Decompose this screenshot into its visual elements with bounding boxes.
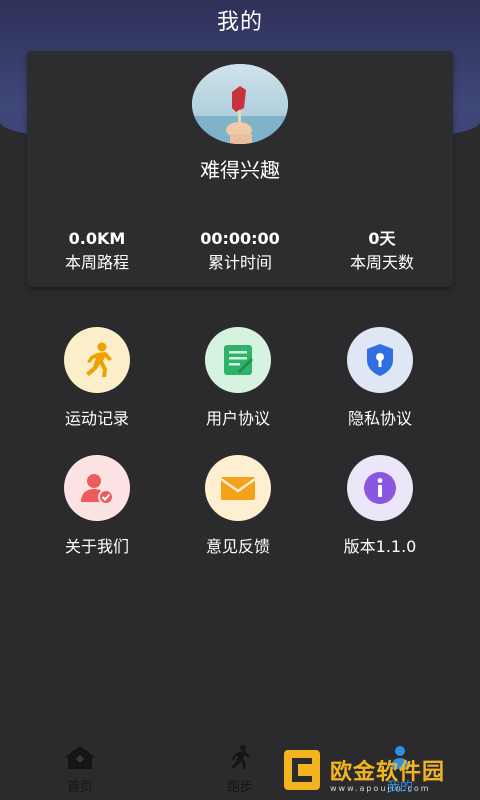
- watermark-logo-icon: [284, 750, 320, 790]
- menu-item-feedback[interactable]: 意见反馈: [168, 455, 308, 557]
- menu-label: 关于我们: [64, 537, 129, 556]
- running-icon: [86, 342, 112, 377]
- tab-home[interactable]: 首页: [40, 744, 120, 795]
- home-icon: [65, 746, 95, 769]
- username: 难得兴趣: [200, 158, 280, 182]
- tab-run-label: 跑步: [226, 780, 253, 795]
- stat-distance: 0.0KM 本周路程: [17, 229, 177, 275]
- tab-run[interactable]: 跑步: [200, 744, 280, 795]
- stat-distance-label: 本周路程: [64, 253, 129, 272]
- info-icon: [364, 472, 396, 504]
- stat-time: 00:00:00 累计时间: [160, 229, 320, 275]
- menu-label: 意见反馈: [205, 537, 270, 556]
- stat-time-label: 累计时间: [207, 253, 272, 272]
- stat-days-value: 0天: [368, 229, 396, 248]
- menu-label: 版本1.1.0: [343, 537, 417, 556]
- version-icon-bg: [347, 455, 413, 521]
- watermark: 欧金软件园 www.apoujin.com: [282, 748, 478, 798]
- menu-label: 运动记录: [64, 409, 129, 428]
- runner-icon: [231, 745, 250, 769]
- user-check-icon: [81, 474, 114, 505]
- tab-home-label: 首页: [66, 780, 93, 795]
- menu-label: 隐私协议: [347, 409, 412, 428]
- sport-records-icon-bg: [64, 327, 130, 393]
- watermark-url: www.apoujin.com: [330, 784, 431, 793]
- envelope-icon: [220, 477, 256, 500]
- menu-item-privacy-agreement[interactable]: 隐私协议: [310, 327, 450, 429]
- avatar-image-icon: [192, 64, 288, 144]
- shield-icon: [367, 344, 393, 376]
- avatar[interactable]: [192, 64, 288, 144]
- page-title: 我的: [216, 10, 263, 35]
- about-us-icon-bg: [64, 455, 130, 521]
- menu-item-sport-records[interactable]: 运动记录: [27, 327, 167, 429]
- stat-days-label: 本周天数: [349, 253, 414, 272]
- menu-item-user-agreement[interactable]: 用户协议: [168, 327, 308, 429]
- menu-label: 用户协议: [205, 409, 270, 428]
- privacy-agreement-icon-bg: [347, 327, 413, 393]
- feedback-icon-bg: [205, 455, 271, 521]
- user-agreement-icon-bg: [205, 327, 271, 393]
- menu-item-version[interactable]: 版本1.1.0: [310, 455, 450, 557]
- stat-time-value: 00:00:00: [200, 229, 280, 248]
- stat-distance-value: 0.0KM: [68, 229, 126, 248]
- document-icon: [224, 345, 253, 375]
- stat-days: 0天 本周天数: [302, 229, 462, 275]
- menu-item-about-us[interactable]: 关于我们: [27, 455, 167, 557]
- watermark-text: 欧金软件园: [330, 760, 446, 785]
